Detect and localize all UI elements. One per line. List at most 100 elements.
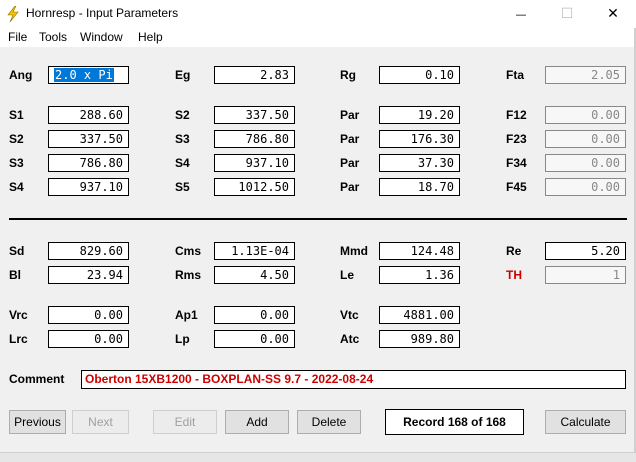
previous-button[interactable]: Previous (9, 410, 66, 434)
vtc-label: Vtc (340, 308, 359, 322)
sd-label: Sd (9, 244, 25, 258)
f23-label: F23 (506, 132, 527, 146)
atc-label: Atc (340, 332, 360, 346)
s4-left-label: S4 (9, 180, 24, 194)
window-title: Hornresp - Input Parameters (26, 6, 179, 20)
s1-label: S1 (9, 108, 24, 122)
s5-label: S5 (175, 180, 190, 194)
rms-label: Rms (175, 268, 202, 282)
menu-window[interactable]: Window (80, 30, 123, 44)
ap1-label: Ap1 (175, 308, 198, 322)
f34-field[interactable]: 0.00 (545, 154, 626, 172)
rg-field[interactable]: 0.10 (379, 66, 460, 84)
s1-field[interactable]: 288.60 (48, 106, 129, 124)
maximize-icon: ☐ (560, 6, 574, 22)
s2-label: S2 (175, 108, 190, 122)
edit-button[interactable]: Edit (153, 410, 217, 434)
close-icon: ✕ (607, 6, 619, 22)
s2-field[interactable]: 337.50 (214, 106, 295, 124)
par4-label: Par (340, 180, 360, 194)
ang-field[interactable]: 2.0 x Pi (48, 66, 129, 84)
lrc-label: Lrc (9, 332, 28, 346)
add-button[interactable]: Add (225, 410, 289, 434)
menu-help[interactable]: Help (138, 30, 163, 44)
f12-label: F12 (506, 108, 527, 122)
previous-button-label: Previous (14, 415, 61, 429)
par3-label: Par (340, 156, 360, 170)
sd-field[interactable]: 829.60 (48, 242, 129, 260)
s3-label: S3 (175, 132, 190, 146)
s2-left-label: S2 (9, 132, 24, 146)
eg-field[interactable]: 2.83 (214, 66, 295, 84)
menu-bar: File Tools Window Help (0, 28, 636, 47)
lrc-field[interactable]: 0.00 (48, 330, 129, 348)
add-button-label: Add (246, 415, 268, 429)
cms-label: Cms (175, 244, 202, 258)
th-label: TH (506, 268, 522, 282)
comment-label: Comment (9, 372, 65, 386)
mmd-label: Mmd (340, 244, 368, 258)
f45-field[interactable]: 0.00 (545, 178, 626, 196)
par3-field[interactable]: 37.30 (379, 154, 460, 172)
eg-label: Eg (175, 68, 191, 82)
s2-left-field[interactable]: 337.50 (48, 130, 129, 148)
menu-file[interactable]: File (8, 30, 27, 44)
fta-label: Fta (506, 68, 524, 82)
close-button[interactable]: ✕ (590, 0, 636, 28)
hornresp-window: Hornresp - Input Parameters — ☐ ✕ File T… (0, 0, 636, 462)
record-indicator: Record 168 of 168 (385, 409, 524, 435)
rms-field[interactable]: 4.50 (214, 266, 295, 284)
lp-field[interactable]: 0.00 (214, 330, 295, 348)
vtc-field[interactable]: 4881.00 (379, 306, 460, 324)
bl-field[interactable]: 23.94 (48, 266, 129, 284)
lightning-bolt-icon (7, 6, 19, 22)
s4-left-field[interactable]: 937.10 (48, 178, 129, 196)
ang-value: 2.0 x Pi (54, 68, 114, 82)
ang-label: Ang (9, 68, 33, 82)
menu-tools[interactable]: Tools (39, 30, 67, 44)
f23-field[interactable]: 0.00 (545, 130, 626, 148)
le-label: Le (340, 268, 355, 282)
par2-label: Par (340, 132, 360, 146)
s3-left-label: S3 (9, 156, 24, 170)
vrc-label: Vrc (9, 308, 28, 322)
maximize-button[interactable]: ☐ (544, 0, 590, 28)
par2-field[interactable]: 176.30 (379, 130, 460, 148)
rg-label: Rg (340, 68, 356, 82)
re-field[interactable]: 5.20 (545, 242, 626, 260)
comment-field[interactable]: Oberton 15XB1200 - BOXPLAN-SS 9.7 - 2022… (81, 370, 626, 389)
bl-label: Bl (9, 268, 21, 282)
par4-field[interactable]: 18.70 (379, 178, 460, 196)
s3-left-field[interactable]: 786.80 (48, 154, 129, 172)
th-field[interactable]: 1 (545, 266, 626, 284)
par1-label: Par (340, 108, 360, 122)
delete-button[interactable]: Delete (297, 410, 361, 434)
le-field[interactable]: 1.36 (379, 266, 460, 284)
s3-field[interactable]: 786.80 (214, 130, 295, 148)
fta-field[interactable]: 2.05 (545, 66, 626, 84)
s4-label: S4 (175, 156, 190, 170)
minimize-button[interactable]: — (498, 0, 544, 28)
s5-field[interactable]: 1012.50 (214, 178, 295, 196)
vrc-field[interactable]: 0.00 (48, 306, 129, 324)
lp-label: Lp (175, 332, 190, 346)
cms-field[interactable]: 1.13E-04 (214, 242, 295, 260)
par1-field[interactable]: 19.20 (379, 106, 460, 124)
delete-button-label: Delete (311, 415, 347, 429)
ap1-field[interactable]: 0.00 (214, 306, 295, 324)
separator-line (9, 218, 627, 220)
mmd-field[interactable]: 124.48 (379, 242, 460, 260)
f45-label: F45 (506, 180, 527, 194)
next-button-label: Next (88, 415, 113, 429)
f34-label: F34 (506, 156, 527, 170)
minimize-icon: — (515, 7, 527, 21)
next-button[interactable]: Next (72, 410, 129, 434)
calculate-button[interactable]: Calculate (545, 410, 626, 434)
title-bar[interactable]: Hornresp - Input Parameters — ☐ ✕ (0, 0, 636, 28)
atc-field[interactable]: 989.80 (379, 330, 460, 348)
calculate-button-label: Calculate (560, 415, 611, 429)
f12-field[interactable]: 0.00 (545, 106, 626, 124)
re-label: Re (506, 244, 522, 258)
edit-button-label: Edit (174, 415, 196, 429)
s4-field[interactable]: 937.10 (214, 154, 295, 172)
